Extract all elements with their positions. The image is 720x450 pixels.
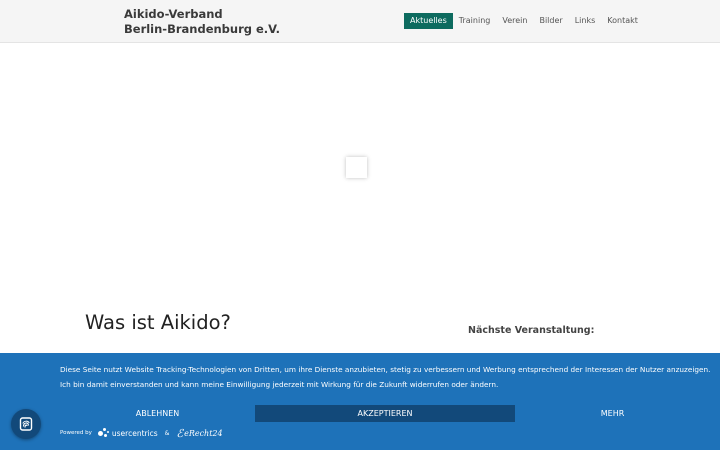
site-title-line-2[interactable]: Berlin-Brandenburg e.V.	[124, 22, 324, 37]
ampersand: &	[164, 429, 170, 437]
erecht24-logo[interactable]: ℰ eRecht24	[176, 427, 222, 440]
loading-spinner-icon	[346, 157, 367, 178]
erecht24-mark-icon: ℰ	[176, 426, 184, 440]
erecht24-label: eRecht24	[184, 428, 223, 438]
nav-item-aktuelles[interactable]: Aktuelles	[404, 13, 453, 29]
nav-item-kontakt[interactable]: Kontakt	[601, 13, 644, 29]
site-title[interactable]: Aikido-Verband Berlin-Brandenburg e.V.	[124, 7, 324, 37]
nav-item-verein[interactable]: Verein	[496, 13, 533, 29]
usercentrics-dots-icon	[97, 428, 110, 438]
page-heading: Was ist Aikido?	[85, 311, 231, 334]
nav-item-bilder[interactable]: Bilder	[533, 13, 568, 29]
main-nav: Aktuelles Training Verein Bilder Links K…	[404, 13, 644, 29]
site-header: Aikido-Verband Berlin-Brandenburg e.V. A…	[0, 0, 720, 43]
usercentrics-label: usercentrics	[111, 428, 158, 438]
decline-button[interactable]: ABLEHNEN	[60, 405, 255, 422]
cookie-consent-banner: Diese Seite nutzt Website Tracking-Techn…	[0, 353, 720, 450]
powered-by: Powered by usercentrics & ℰ eRecht24	[60, 426, 223, 440]
fingerprint-glyph	[19, 417, 33, 431]
fingerprint-icon[interactable]	[11, 409, 41, 439]
powered-by-label: Powered by	[60, 430, 92, 436]
consent-text: Diese Seite nutzt Website Tracking-Techn…	[60, 365, 711, 389]
more-button[interactable]: MEHR	[515, 405, 710, 422]
accept-button[interactable]: AKZEPTIEREN	[255, 405, 515, 422]
site-title-line-1[interactable]: Aikido-Verband	[124, 7, 324, 22]
nav-item-links[interactable]: Links	[569, 13, 602, 29]
nav-item-training[interactable]: Training	[453, 13, 497, 29]
sidebar-heading: Nächste Veranstaltung:	[468, 325, 595, 336]
usercentrics-logo[interactable]: usercentrics	[97, 428, 158, 438]
